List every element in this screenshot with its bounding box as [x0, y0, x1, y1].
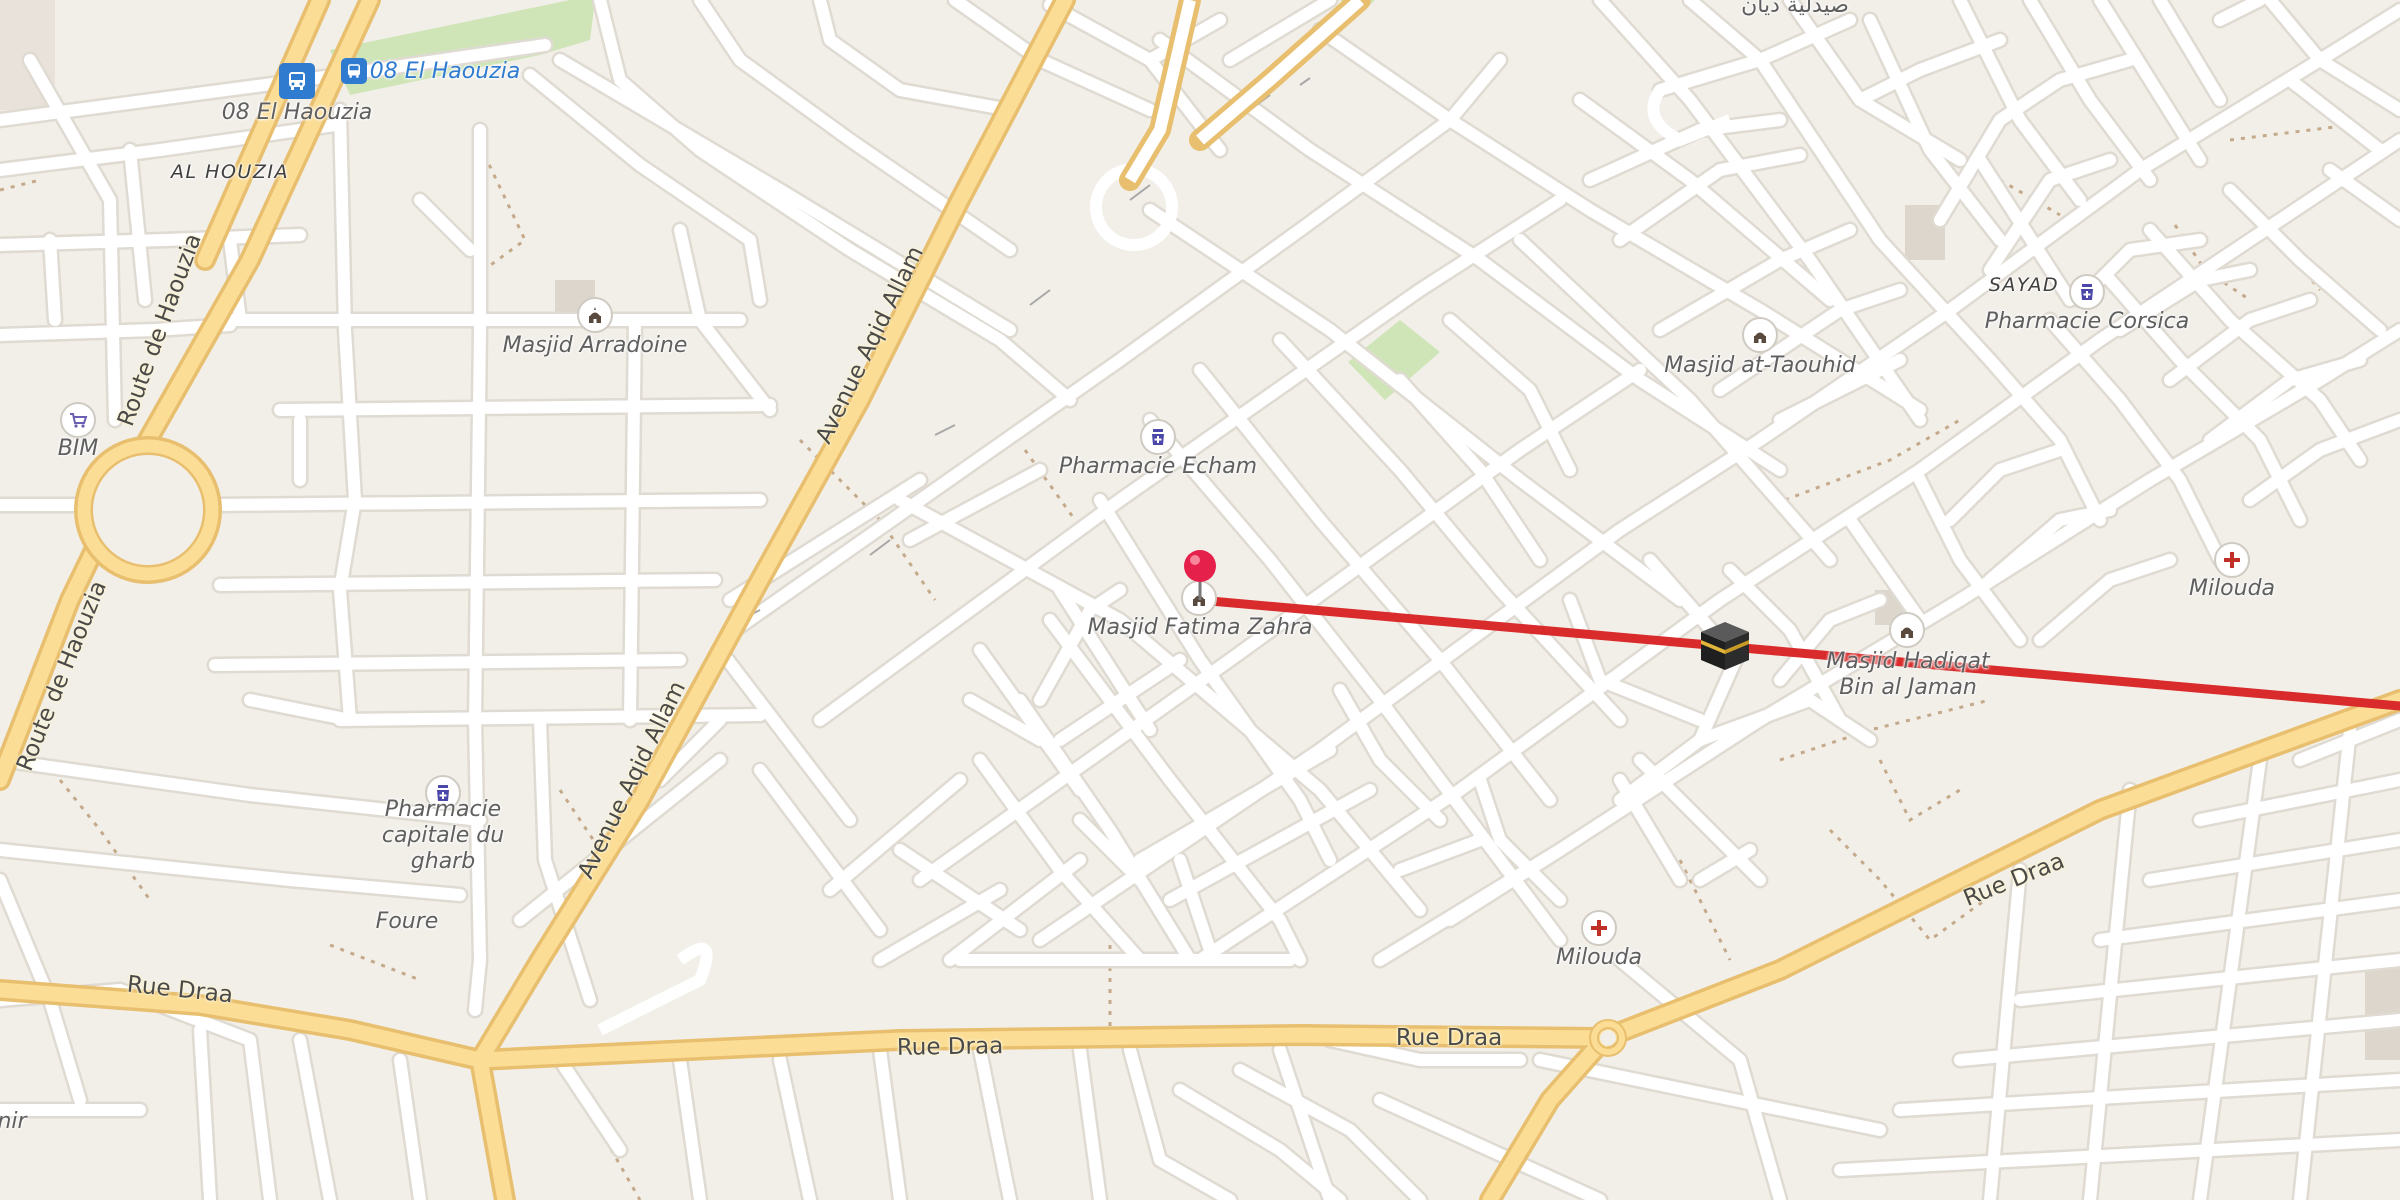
map-canvas[interactable]: 08 El Haouzia 08 El Haouzia AL HOUZIA Ma… — [0, 0, 2400, 1200]
area-label: SAYAD — [1988, 274, 2060, 296]
place-label: Pharmacie Echam — [1058, 454, 1258, 479]
bus-stop-label: 08 El Haouzia — [369, 59, 521, 84]
clinic-cross-icon[interactable] — [1581, 910, 1617, 946]
road-label: Rue Draa — [896, 1033, 1004, 1061]
place-label: BIM — [57, 436, 99, 461]
place-label: nir — [0, 1109, 27, 1134]
place-label: Masjid at-Taouhid — [1664, 353, 1856, 378]
bus-icon[interactable] — [279, 63, 315, 99]
bus-stop-label: 08 El Haouzia — [221, 100, 373, 125]
mosque-icon[interactable] — [1742, 317, 1778, 353]
mosque-icon[interactable] — [577, 297, 613, 333]
place-label: Masjid Arradoine — [502, 333, 688, 358]
place-label: Pharmacie capitale du gharb — [381, 797, 505, 874]
pharmacy-icon[interactable] — [2069, 274, 2105, 310]
bus-icon[interactable] — [341, 58, 367, 84]
road-label: Rue Draa — [1395, 1025, 1503, 1051]
place-label: Pharmacie Corsica — [1984, 309, 2190, 334]
place-label: Milouda — [2188, 576, 2276, 601]
place-label: Milouda — [1555, 945, 1643, 970]
location-pin-icon[interactable] — [1182, 548, 1218, 602]
place-label: Masjid Hadiqat Bin al Jaman — [1826, 649, 1990, 700]
place-label: Masjid Fatima Zahra — [1087, 615, 1313, 640]
place-label: صيدلية ديان — [1741, 0, 1849, 18]
place-label: Foure — [375, 909, 439, 934]
shopping-cart-icon[interactable] — [60, 402, 96, 438]
mosque-icon[interactable] — [1889, 612, 1925, 648]
area-label: AL HOUZIA — [171, 161, 289, 183]
clinic-cross-icon[interactable] — [2214, 542, 2250, 578]
pharmacy-icon[interactable] — [1140, 419, 1176, 455]
kaaba-qibla-icon — [1697, 618, 1753, 674]
